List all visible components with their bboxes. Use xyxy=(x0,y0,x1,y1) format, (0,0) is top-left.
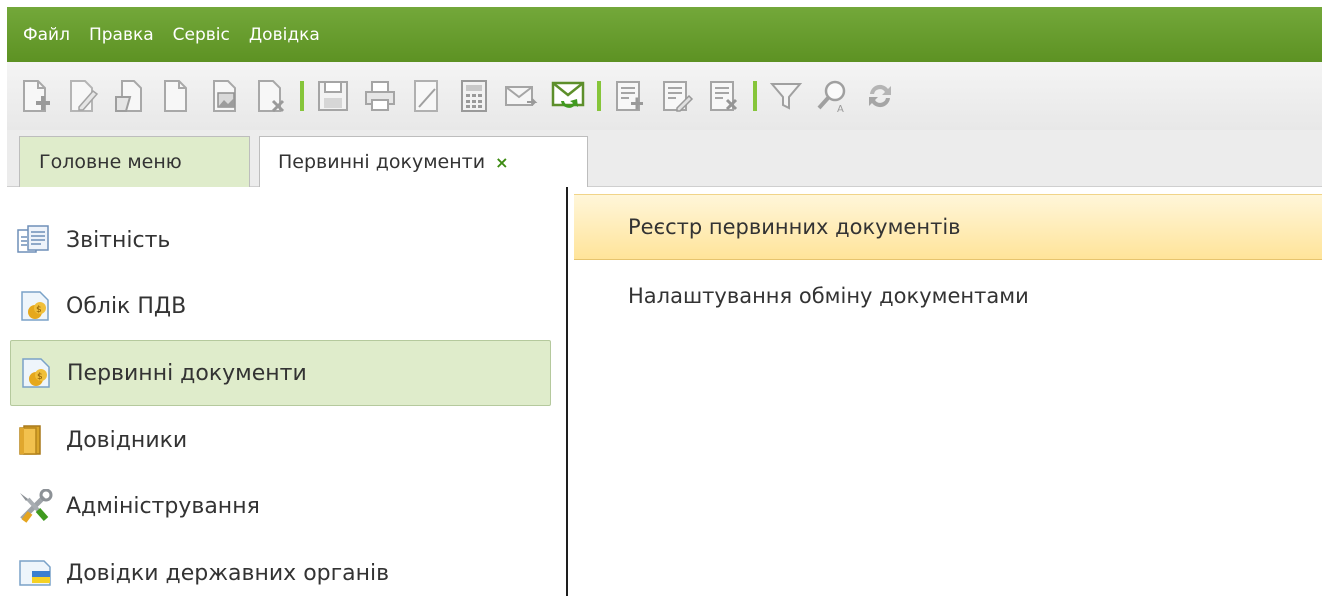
nav-item-vat-accounting[interactable]: $ Облік ПДВ xyxy=(10,273,551,339)
edit-list-icon[interactable] xyxy=(657,76,697,116)
toolbar-separator xyxy=(753,81,757,111)
menu-edit[interactable]: Правка xyxy=(89,25,154,45)
toolbar: A xyxy=(7,62,1322,130)
delete-list-icon[interactable] xyxy=(704,76,744,116)
panel-item-doc-exchange-settings[interactable]: Налаштування обміну документами xyxy=(574,263,1322,329)
filter-icon[interactable] xyxy=(766,76,806,116)
nav-item-directories[interactable]: Довідники xyxy=(10,407,551,473)
copy-document-icon[interactable] xyxy=(157,76,197,116)
panel-item-primary-docs-registry[interactable]: Реєстр первинних документів xyxy=(574,194,1322,260)
nav-label: Облік ПДВ xyxy=(66,293,187,319)
svg-text:A: A xyxy=(837,104,844,114)
tab-bar: Головне меню Первинні документи × xyxy=(7,130,1322,187)
nav-label: Адміністрування xyxy=(66,493,260,519)
nav-label: Довідки державних органів xyxy=(66,560,390,586)
add-list-icon[interactable] xyxy=(610,76,650,116)
nav-item-administration[interactable]: Адміністрування xyxy=(10,473,551,539)
content-panel: Реєстр первинних документів Налаштування… xyxy=(570,187,1322,596)
sign-icon[interactable] xyxy=(407,76,447,116)
menu-file[interactable]: Файл xyxy=(23,25,70,45)
tab-label: Первинні документи xyxy=(278,151,486,173)
panel-item-label: Реєстр первинних документів xyxy=(628,215,961,239)
toolbar-separator xyxy=(597,81,601,111)
mail-send-icon[interactable] xyxy=(501,76,541,116)
nav-label: Довідники xyxy=(66,427,188,453)
menu-help[interactable]: Довідка xyxy=(249,25,320,45)
refresh-icon[interactable] xyxy=(860,76,900,116)
calculator-icon[interactable] xyxy=(454,76,494,116)
nav-item-primary-documents[interactable]: $ Первинні документи xyxy=(10,340,551,406)
tab-main-menu[interactable]: Головне меню xyxy=(19,136,250,187)
open-document-icon[interactable] xyxy=(110,76,150,116)
nav-item-reports[interactable]: Звітність xyxy=(10,207,551,273)
svg-text:$: $ xyxy=(37,372,43,382)
delete-document-icon[interactable] xyxy=(251,76,291,116)
nav-label: Первинні документи xyxy=(67,360,307,386)
menu-bar: Файл Правка Сервіс Довідка xyxy=(7,7,1322,62)
administration-icon xyxy=(16,489,66,523)
panel-item-label: Налаштування обміну документами xyxy=(628,284,1029,308)
close-icon[interactable]: × xyxy=(495,153,508,172)
mail-receive-icon[interactable] xyxy=(548,76,588,116)
find-icon[interactable]: A xyxy=(813,76,853,116)
print-icon[interactable] xyxy=(360,76,400,116)
toolbar-separator xyxy=(300,81,304,111)
tab-primary-documents[interactable]: Первинні документи × xyxy=(259,136,588,187)
add-document-icon[interactable] xyxy=(16,76,56,116)
svg-text:$: $ xyxy=(36,305,42,315)
edit-document-icon[interactable] xyxy=(63,76,103,116)
document-images-icon[interactable] xyxy=(204,76,244,116)
nav-item-gov-references[interactable]: Довідки державних органів xyxy=(10,540,551,606)
menu-service[interactable]: Сервіс xyxy=(173,25,230,45)
primary-documents-icon: $ xyxy=(17,356,67,390)
tab-label: Головне меню xyxy=(39,151,182,173)
reports-icon xyxy=(16,223,66,257)
directories-icon xyxy=(16,423,66,457)
nav-label: Звітність xyxy=(66,227,171,253)
left-navigation: Звітність $ Облік ПДВ $ Первинні докумен… xyxy=(0,187,568,596)
save-icon[interactable] xyxy=(313,76,353,116)
vat-accounting-icon: $ xyxy=(16,289,66,323)
gov-references-icon xyxy=(16,556,66,590)
